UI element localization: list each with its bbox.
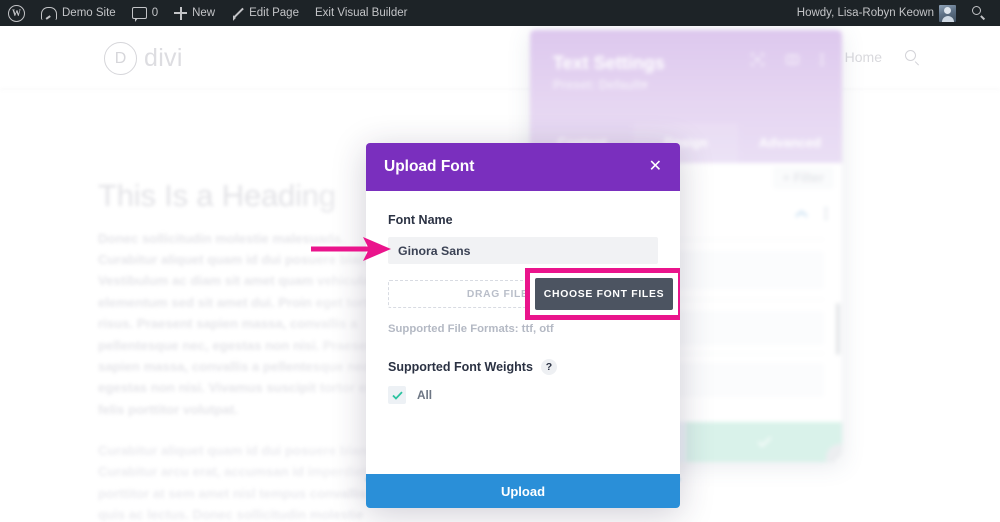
comment-count-label: 0 [151, 7, 159, 19]
upload-button[interactable]: Upload [366, 474, 680, 508]
dashboard-icon [41, 6, 57, 20]
admin-bar-exit-visual-builder[interactable]: Exit Visual Builder [307, 0, 415, 26]
font-name-input[interactable] [388, 237, 658, 264]
settings-preset-label: Preset: Default [553, 78, 642, 92]
admin-bar-new[interactable]: New [166, 0, 223, 26]
admin-bar-site-name[interactable]: Demo Site [33, 0, 124, 26]
page-text-module[interactable]: This Is a Heading Donec sollicitudin mol… [98, 178, 388, 522]
font-name-label: Font Name [388, 213, 453, 227]
close-icon[interactable]: ✕ [649, 159, 662, 175]
plus-icon [174, 6, 188, 20]
admin-bar-search[interactable] [964, 0, 1000, 26]
admin-bar-wp-logo[interactable] [0, 0, 33, 26]
modal-title: Upload Font [384, 158, 475, 175]
admin-bar-my-account[interactable]: Howdy, Lisa-Robyn Keown [789, 0, 964, 26]
wp-admin-bar: Demo Site 0 New Edit Page Exit Visual Bu… [0, 0, 1000, 26]
exit-visual-builder-label: Exit Visual Builder [314, 7, 408, 19]
chevron-up-icon[interactable] [795, 209, 808, 221]
panel-scrollbar[interactable] [836, 303, 840, 355]
modal-body: Font Name DRAG FILES HERE CHOOSE FONT FI… [366, 191, 680, 474]
chevron-down-icon: ▾ [641, 78, 648, 92]
all-weights-label: All [417, 388, 433, 402]
more-vertical-icon[interactable] [820, 52, 824, 72]
howdy-label: Howdy, Lisa-Robyn Keown [796, 7, 934, 19]
supported-formats-note: Supported File Formats: ttf, otf [388, 323, 554, 335]
divi-logo-word: divi [144, 44, 183, 72]
tab-advanced[interactable]: Advanced [738, 123, 842, 163]
site-logo[interactable]: D divi [104, 42, 183, 75]
file-upload-row: DRAG FILES HERE CHOOSE FONT FILES [388, 268, 680, 320]
plus-icon: + [782, 171, 790, 185]
settings-row-controls [795, 207, 828, 223]
page-paragraph-2: Curabitur aliquet quam id dui posuere bl… [98, 443, 387, 522]
filter-button[interactable]: + Filter [772, 167, 834, 189]
filter-label: Filter [793, 171, 824, 185]
save-button[interactable] [686, 422, 842, 462]
weights-label-text: Supported Font Weights [388, 360, 533, 374]
edit-page-label: Edit Page [249, 7, 299, 19]
new-label: New [192, 7, 216, 19]
avatar [939, 4, 956, 22]
comment-icon [131, 7, 147, 22]
more-vertical-icon[interactable] [824, 207, 828, 223]
search-icon [972, 6, 986, 20]
settings-preset-selector[interactable]: Preset: Default▾ [553, 77, 648, 92]
admin-bar-comments[interactable]: 0 [124, 0, 166, 26]
divi-logo-mark-icon: D [104, 42, 137, 75]
settings-header-icon-group [750, 52, 824, 72]
layout-columns-icon[interactable] [785, 52, 800, 72]
font-weight-option-all[interactable]: All [388, 386, 658, 404]
pencil-icon [231, 7, 244, 20]
all-weights-checkbox[interactable] [388, 386, 406, 404]
search-icon[interactable] [905, 50, 920, 65]
help-icon[interactable]: ? [540, 359, 557, 375]
upload-font-modal[interactable]: Upload Font ✕ Font Name DRAG FILES HERE … [366, 143, 680, 508]
annotation-arrow [311, 236, 393, 267]
admin-bar-edit-page[interactable]: Edit Page [223, 0, 307, 26]
supported-font-weights-label: Supported Font Weights ? [388, 359, 658, 375]
nav-item-home[interactable]: Home [845, 49, 882, 65]
choose-font-files-button[interactable]: CHOOSE FONT FILES [535, 278, 673, 310]
wordpress-logo-icon [8, 4, 25, 22]
settings-panel-title: Text Settings [553, 53, 665, 73]
modal-body-spacer [388, 404, 658, 448]
modal-header: Upload Font ✕ [366, 143, 680, 191]
site-name-label: Demo Site [62, 7, 116, 19]
focus-target-icon[interactable] [750, 52, 765, 72]
page-title: This Is a Heading [98, 178, 336, 213]
